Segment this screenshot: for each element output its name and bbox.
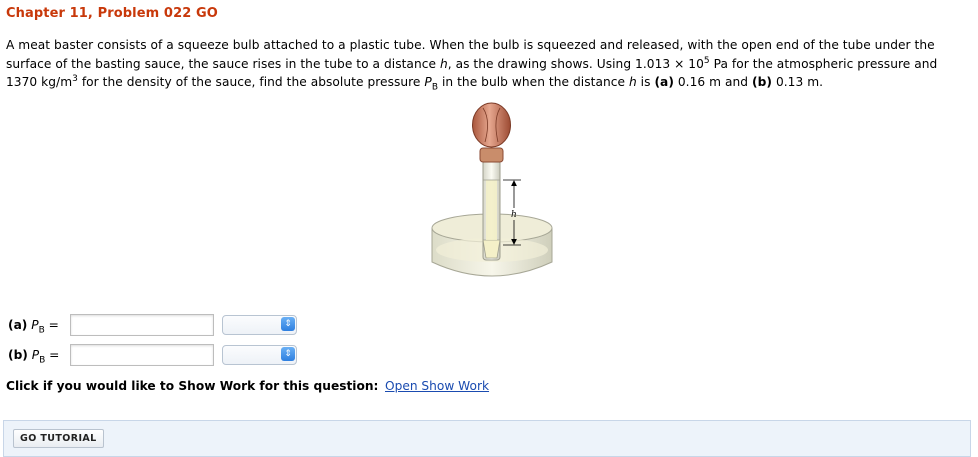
- answer-input-b[interactable]: [70, 344, 214, 366]
- baster-tube: [482, 159, 501, 261]
- bulb-collar: [479, 147, 504, 163]
- answer-input-a[interactable]: [70, 314, 214, 336]
- tutorial-bar: GO TUTORIAL: [3, 420, 971, 457]
- go-tutorial-button[interactable]: GO TUTORIAL: [13, 429, 104, 448]
- page-title: Chapter 11, Problem 022 GO: [6, 6, 218, 21]
- select-arrows-icon: ⇕: [281, 347, 295, 361]
- h-label: h: [511, 210, 517, 220]
- show-work-prompt: Click if you would like to Show Work for…: [6, 379, 379, 393]
- problem-text: A meat baster consists of a squeeze bulb…: [6, 38, 938, 93]
- baster-figure: h: [425, 100, 560, 280]
- squeeze-bulb: [472, 102, 511, 148]
- open-show-work-link[interactable]: Open Show Work: [385, 379, 489, 393]
- select-arrows-icon: ⇕: [281, 317, 295, 331]
- unit-select-a[interactable]: ⇕: [222, 315, 297, 335]
- unit-select-b[interactable]: ⇕: [222, 345, 297, 365]
- answer-label-b: (b) PB =: [8, 348, 60, 366]
- answer-label-a: (a) PB =: [8, 318, 59, 336]
